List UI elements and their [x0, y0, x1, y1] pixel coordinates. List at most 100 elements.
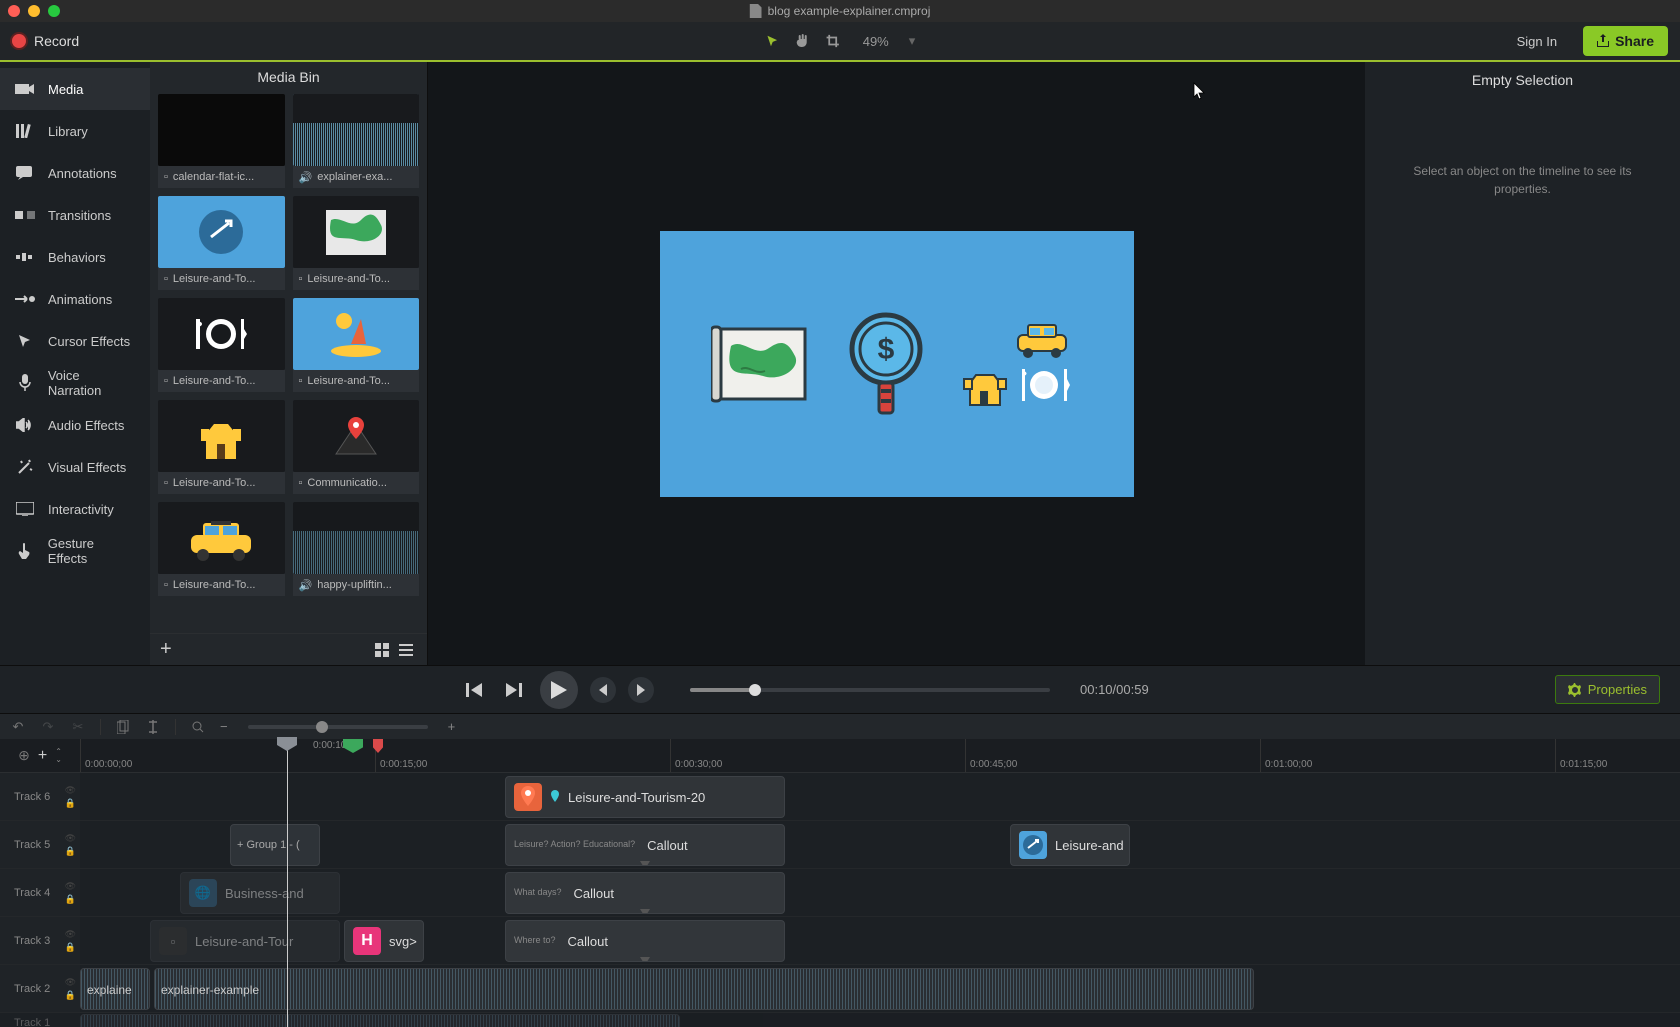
sidebar-label: Transitions	[48, 208, 111, 223]
ruler-tick: 0:00:30;00	[670, 739, 722, 772]
media-item[interactable]: ▫Leisure-and-To...	[158, 196, 285, 290]
copy-button[interactable]	[115, 719, 131, 735]
animations-icon	[14, 290, 36, 308]
scrubber-handle[interactable]	[749, 684, 761, 696]
timeline-group-clip[interactable]: + Group 1 - (	[230, 824, 320, 866]
sidebar-label: Interactivity	[48, 502, 114, 517]
audio-icon: 🔊	[299, 171, 313, 184]
minimize-window-button[interactable]	[28, 5, 40, 17]
signin-button[interactable]: Sign In	[1503, 28, 1571, 55]
media-item[interactable]: ▫Communicatio...	[293, 400, 420, 494]
timeline-clip[interactable]: Leisure-and	[1010, 824, 1130, 866]
properties-toggle-button[interactable]: Properties	[1555, 675, 1660, 704]
split-button[interactable]	[145, 719, 161, 735]
media-item[interactable]: ▫Leisure-and-To...	[293, 298, 420, 392]
maximize-window-button[interactable]	[48, 5, 60, 17]
sidebar-item-annotations[interactable]: Annotations	[0, 152, 150, 194]
track-label[interactable]: Track 4👁🔒	[0, 869, 80, 916]
canvas-magnifier-icon: $	[841, 309, 931, 419]
clip-handle-icon[interactable]	[640, 861, 650, 866]
undo-button[interactable]: ↶	[10, 719, 26, 735]
timeline-callout-clip[interactable]: Leisure? Action? Educational? Callout	[505, 824, 785, 866]
select-tool-icon[interactable]	[765, 33, 781, 49]
media-item[interactable]: ▫Leisure-and-To...	[158, 400, 285, 494]
playhead[interactable]	[287, 739, 288, 1027]
sidebar-item-behaviors[interactable]: Behaviors	[0, 236, 150, 278]
add-media-button[interactable]: +	[160, 638, 172, 661]
sidebar-item-animations[interactable]: Animations	[0, 278, 150, 320]
cut-button[interactable]: ✂	[70, 719, 86, 735]
share-button[interactable]: Share	[1583, 26, 1668, 56]
sidebar-item-gesture-effects[interactable]: Gesture Effects	[0, 530, 150, 572]
sidebar-item-transitions[interactable]: Transitions	[0, 194, 150, 236]
timeline-clip[interactable]: H svg>	[344, 920, 424, 962]
sidebar-label: Visual Effects	[48, 460, 126, 475]
grid-view-icon[interactable]	[375, 643, 393, 657]
h-badge-icon: H	[353, 927, 381, 955]
track-label[interactable]: Track 6👁🔒	[0, 773, 80, 820]
canvas-area[interactable]: $	[428, 62, 1365, 665]
canvas-frame[interactable]: $	[660, 231, 1134, 497]
document-icon	[750, 4, 762, 18]
track-label[interactable]: Track 3👁🔒	[0, 917, 80, 964]
top-toolbar: Record 49% ▾ Sign In Share	[0, 22, 1680, 62]
image-icon: ▫	[164, 375, 168, 387]
properties-title: Empty Selection	[1472, 72, 1573, 88]
clip-handle-icon[interactable]	[640, 957, 650, 962]
media-item[interactable]: ▫calendar-flat-ic...	[158, 94, 285, 188]
sidebar-item-audio-effects[interactable]: Audio Effects	[0, 404, 150, 446]
timeline-clip[interactable]: ▫ Leisure-and-Tour	[150, 920, 340, 962]
timeline-clip[interactable]: Leisure-and-Tourism-20	[505, 776, 785, 818]
sidebar-item-voice-narration[interactable]: Voice Narration	[0, 362, 150, 404]
next-marker-button[interactable]	[628, 677, 654, 703]
media-item[interactable]: ▫Leisure-and-To...	[158, 298, 285, 392]
sidebar-label: Behaviors	[48, 250, 106, 265]
step-back-button[interactable]	[460, 676, 488, 704]
clip-handle-icon[interactable]	[640, 909, 650, 914]
media-item[interactable]: ▫Leisure-and-To...	[158, 502, 285, 596]
timeline-ruler[interactable]: 0:00:00;00 0:00:15;00 0:00:30;00 0:00:45…	[80, 739, 1680, 772]
small-pin-icon	[550, 790, 560, 804]
prev-marker-button[interactable]	[590, 677, 616, 703]
hand-tool-icon[interactable]	[795, 33, 811, 49]
zoom-slider-handle[interactable]	[316, 721, 328, 733]
annotations-icon	[14, 164, 36, 182]
timeline-callout-clip[interactable]: Where to? Callout	[505, 920, 785, 962]
crop-tool-icon[interactable]	[825, 33, 841, 49]
media-item[interactable]: 🔊happy-upliftin...	[293, 502, 420, 596]
cursor-icon	[1193, 82, 1207, 100]
sidebar-item-library[interactable]: Library	[0, 110, 150, 152]
list-view-icon[interactable]	[399, 643, 417, 657]
track-label[interactable]: Track 1	[0, 1013, 80, 1027]
media-item[interactable]: ▫Leisure-and-To...	[293, 196, 420, 290]
sidebar-label: Gesture Effects	[48, 536, 136, 566]
redo-button[interactable]: ↷	[40, 719, 56, 735]
record-button[interactable]: Record	[12, 33, 79, 49]
chevron-down-icon[interactable]: ⌄	[55, 756, 62, 764]
timeline-audio-clip[interactable]	[80, 1014, 680, 1027]
media-bin-grid[interactable]: ▫calendar-flat-ic... 🔊explainer-exa... ▫…	[150, 92, 427, 633]
close-window-button[interactable]	[8, 5, 20, 17]
timeline-clip[interactable]: 🌐 Business-and	[180, 872, 340, 914]
playback-scrubber[interactable]	[690, 688, 1050, 692]
sidebar-item-cursor-effects[interactable]: Cursor Effects	[0, 320, 150, 362]
microphone-icon	[14, 374, 36, 392]
timeline-audio-clip[interactable]: explaine	[80, 968, 150, 1010]
timeline-callout-clip[interactable]: What days? Callout	[505, 872, 785, 914]
track-label[interactable]: Track 2👁🔒	[0, 965, 80, 1012]
zoom-dropdown-icon[interactable]: ▾	[909, 33, 916, 49]
timeline-audio-clip[interactable]: explainer-example	[154, 968, 1254, 1010]
media-item[interactable]: 🔊explainer-exa...	[293, 94, 420, 188]
media-bin-title: Media Bin	[150, 62, 427, 92]
sidebar-item-visual-effects[interactable]: Visual Effects	[0, 446, 150, 488]
zoom-out-icon[interactable]	[190, 719, 206, 735]
sidebar-item-media[interactable]: Media	[0, 68, 150, 110]
zoom-level[interactable]: 49%	[863, 34, 889, 49]
step-forward-button[interactable]	[500, 676, 528, 704]
play-button[interactable]	[540, 671, 578, 709]
track-options-icon[interactable]: ⊕	[18, 747, 30, 764]
sidebar-item-interactivity[interactable]: Interactivity	[0, 488, 150, 530]
timeline-zoom-slider[interactable]	[248, 725, 428, 729]
add-track-button[interactable]: +	[38, 747, 47, 765]
track-label[interactable]: Track 5👁🔒	[0, 821, 80, 868]
